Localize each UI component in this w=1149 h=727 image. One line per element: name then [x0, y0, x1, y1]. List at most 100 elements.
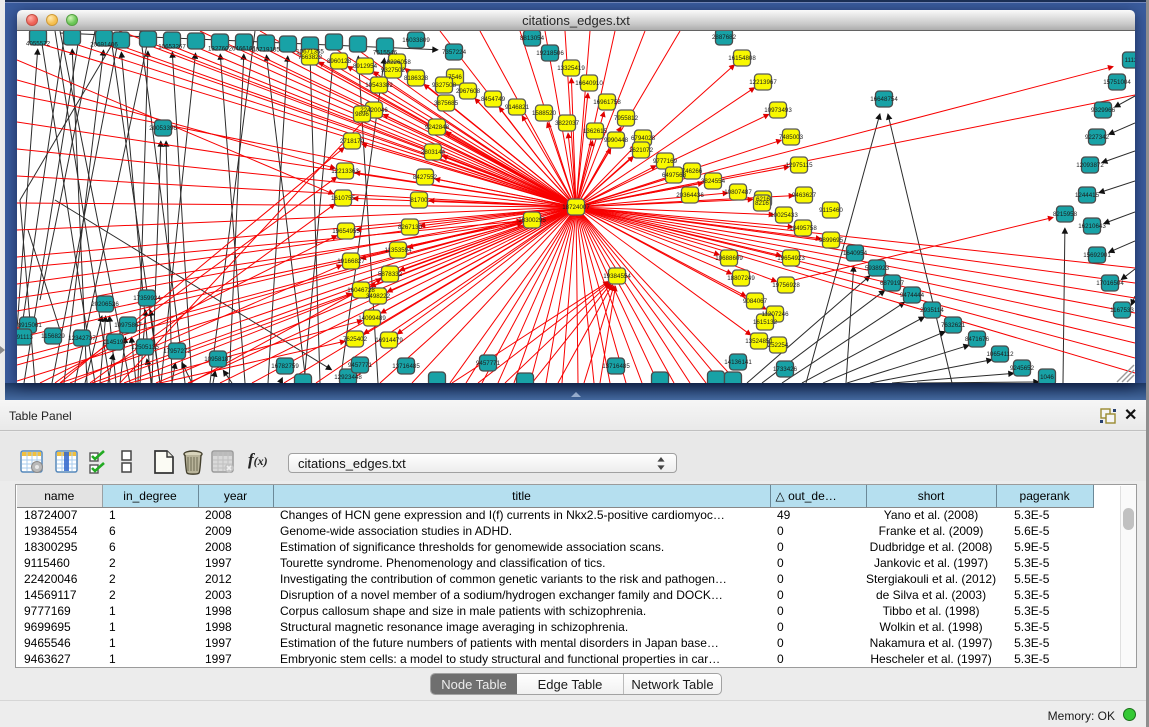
svg-text:8912954: 8912954	[353, 63, 378, 70]
svg-text:6879197: 6879197	[880, 280, 905, 287]
svg-text:9463627: 9463627	[792, 192, 817, 199]
svg-text:3875685: 3875685	[434, 100, 459, 107]
svg-text:10958187: 10958187	[204, 356, 232, 363]
svg-text:9327502: 9327502	[381, 67, 406, 74]
svg-text:16640910: 16640910	[575, 80, 603, 87]
svg-text:7663822: 7663822	[298, 54, 323, 61]
svg-text:7357224: 7357224	[442, 49, 467, 56]
svg-text:14099489: 14099489	[358, 315, 386, 322]
svg-text:19166827: 19166827	[337, 258, 365, 265]
svg-text:391113: 391113	[17, 334, 33, 341]
svg-text:16648754: 16648754	[870, 96, 898, 103]
svg-text:16914479: 16914479	[375, 337, 403, 344]
svg-text:13716485: 13716485	[602, 363, 630, 370]
svg-text:12975115: 12975115	[785, 162, 813, 169]
svg-text:8960128: 8960128	[327, 58, 352, 65]
svg-text:81700: 81700	[410, 197, 428, 204]
svg-text:10975867: 10975867	[114, 322, 142, 329]
svg-text:12213363: 12213363	[331, 168, 359, 175]
svg-text:9457771: 9457771	[348, 362, 373, 369]
svg-text:13716485: 13716485	[392, 363, 420, 370]
svg-text:1112: 1112	[1125, 57, 1135, 64]
svg-text:19756928: 19756928	[772, 282, 800, 289]
svg-text:9327508: 9327508	[432, 82, 457, 89]
svg-text:252254: 252254	[768, 342, 789, 349]
svg-text:18807249: 18807249	[727, 275, 755, 282]
svg-text:1621072: 1621072	[629, 147, 654, 154]
svg-text:8813054: 8813054	[520, 35, 545, 42]
svg-text:15751004: 15751004	[1103, 79, 1131, 86]
svg-text:7632621: 7632621	[941, 322, 966, 329]
svg-text:16782759: 16782759	[271, 363, 299, 370]
svg-text:9115460: 9115460	[819, 207, 843, 214]
svg-text:1588520: 1588520	[532, 110, 557, 117]
svg-text:9242848: 9242848	[425, 124, 450, 131]
svg-text:2803144: 2803144	[421, 149, 446, 156]
svg-text:11207246: 11207246	[761, 311, 789, 318]
svg-text:6497568: 6497568	[662, 172, 687, 179]
svg-text:9084067: 9084067	[743, 298, 768, 305]
svg-text:1640954: 1640954	[843, 250, 868, 257]
svg-text:13325419: 13325419	[557, 65, 585, 72]
svg-text:10654112: 10654112	[986, 351, 1014, 358]
svg-text:9474444: 9474444	[900, 292, 925, 299]
svg-text:18724007: 18724007	[562, 204, 590, 211]
svg-text:12923448: 12923448	[334, 374, 362, 381]
svg-text:16961758: 16961758	[593, 99, 621, 106]
svg-text:2935114: 2935114	[920, 307, 944, 314]
svg-text:18495758: 18495758	[789, 225, 817, 232]
svg-text:12505135: 12505135	[131, 344, 159, 351]
svg-text:8216: 8216	[755, 200, 769, 207]
svg-text:9990448: 9990448	[604, 137, 629, 144]
svg-text:10025433: 10025433	[770, 212, 798, 219]
svg-text:10719185: 10719185	[252, 47, 280, 54]
svg-text:4055572: 4055572	[26, 41, 51, 48]
svg-text:1145194: 1145194	[103, 339, 127, 346]
svg-text:5938923: 5938923	[865, 265, 890, 272]
svg-text:8186328: 8186328	[404, 75, 429, 82]
svg-text:1610755: 1610755	[331, 195, 356, 202]
svg-text:10807487: 10807487	[724, 189, 752, 196]
svg-text:7546: 7546	[448, 74, 462, 81]
svg-text:9146821: 9146821	[505, 104, 530, 111]
svg-text:9245652: 9245652	[1010, 365, 1035, 372]
svg-text:7625402: 7625402	[343, 336, 368, 343]
svg-text:8215958: 8215958	[1053, 211, 1078, 218]
svg-text:1046: 1046	[1040, 374, 1054, 381]
svg-text:12093872: 12093872	[1076, 162, 1104, 169]
svg-text:16210643: 16210643	[1078, 223, 1106, 230]
svg-text:10973493: 10973493	[764, 107, 792, 114]
svg-text:2718170: 2718170	[340, 138, 365, 145]
svg-text:9457771: 9457771	[476, 360, 501, 367]
svg-text:19384554: 19384554	[603, 273, 631, 280]
svg-text:8427552: 8427552	[413, 174, 438, 181]
svg-text:2887682: 2887682	[712, 34, 737, 41]
svg-text:8471676: 8471676	[965, 336, 990, 343]
svg-text:19654955: 19654955	[332, 228, 360, 235]
svg-text:18226058: 18226058	[383, 59, 411, 66]
svg-text:17016504: 17016504	[1096, 280, 1124, 287]
svg-text:10543382: 10543382	[365, 82, 393, 89]
svg-text:17359924: 17359924	[133, 295, 161, 302]
svg-text:9896: 9896	[355, 111, 369, 118]
svg-text:20206526: 20206526	[91, 301, 119, 308]
svg-text:8267130: 8267130	[398, 224, 423, 231]
svg-text:12213967: 12213967	[749, 79, 777, 86]
svg-text:17957273: 17957273	[163, 348, 191, 355]
svg-text:1362615: 1362615	[583, 128, 608, 135]
svg-text:14136141: 14136141	[724, 359, 752, 366]
svg-text:9899695: 9899695	[819, 237, 844, 244]
svg-text:3824554: 3824554	[701, 178, 726, 185]
svg-text:1327602: 1327602	[208, 46, 233, 53]
svg-text:1615132: 1615132	[753, 319, 778, 326]
svg-text:15692901: 15692901	[1083, 252, 1111, 259]
svg-text:1167533: 1167533	[1110, 307, 1134, 314]
svg-text:10653267: 10653267	[158, 44, 186, 51]
svg-text:19218506: 19218506	[536, 50, 564, 57]
svg-text:18915061: 18915061	[17, 322, 42, 329]
svg-text:8454749: 8454749	[481, 96, 506, 103]
svg-text:9227342: 9227342	[1085, 134, 1110, 141]
svg-text:9329966: 9329966	[1091, 107, 1116, 114]
svg-text:1733426: 1733426	[773, 366, 798, 373]
svg-text:18300295: 18300295	[518, 217, 546, 224]
